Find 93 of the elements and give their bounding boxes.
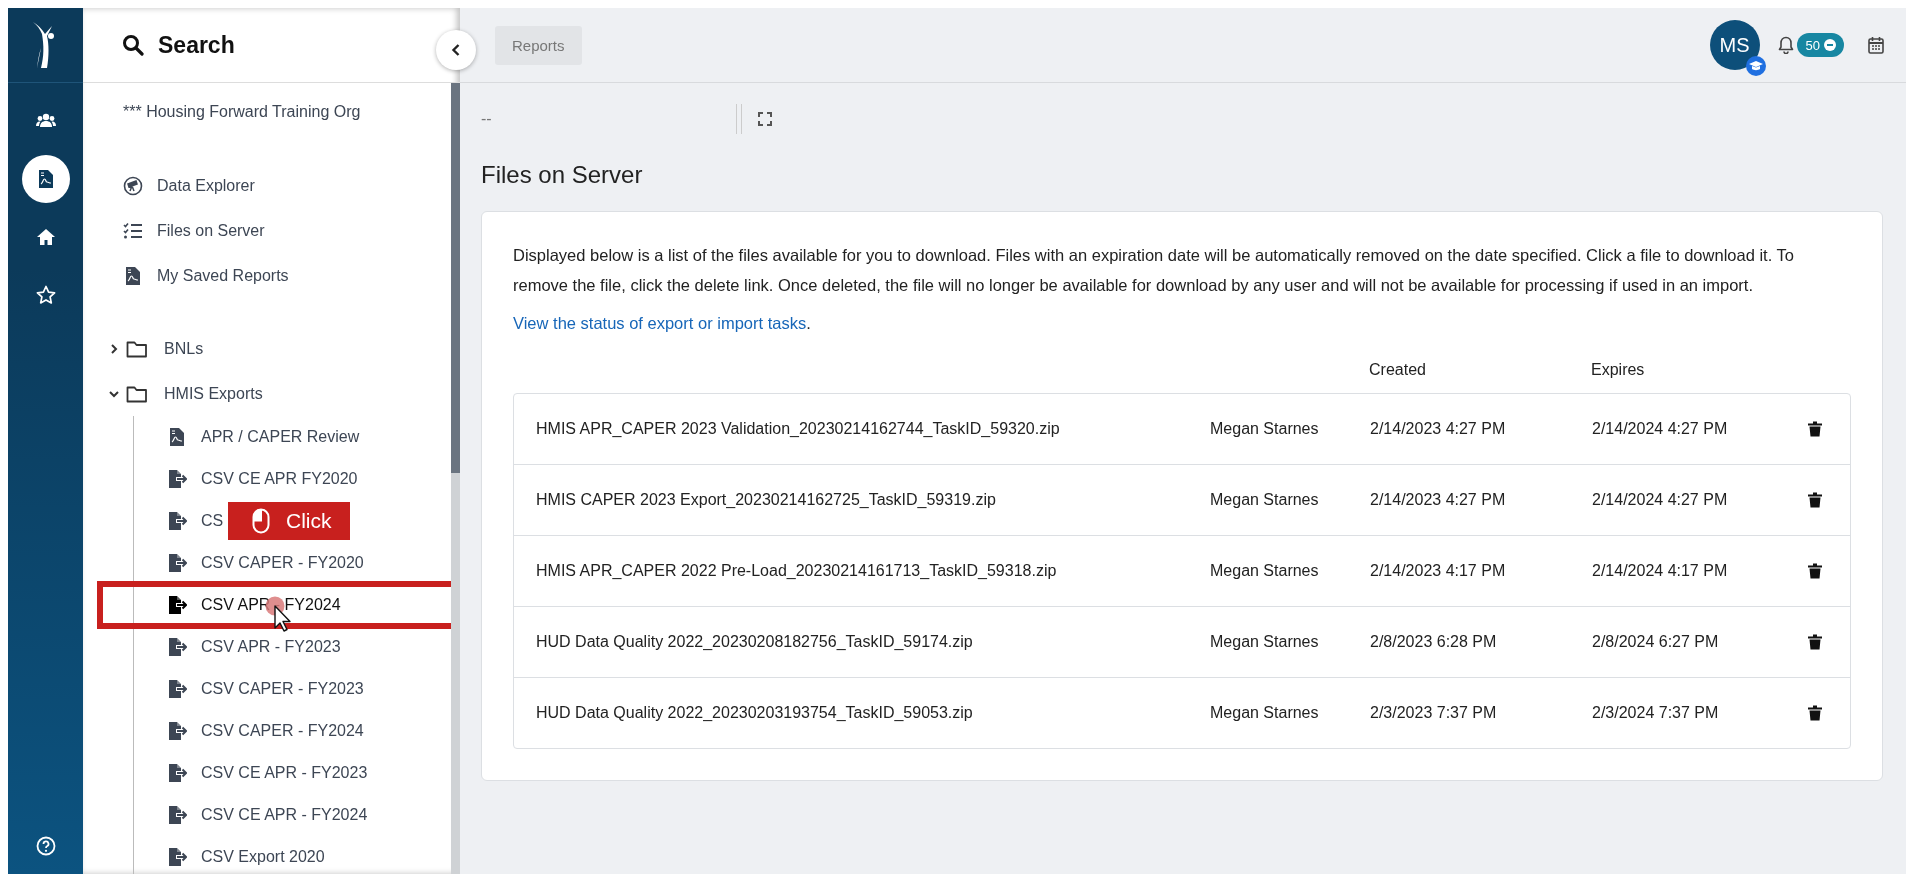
- expires-cell-text: 2/14/2024 4:27 PM: [1592, 491, 1729, 509]
- file-link[interactable]: HMIS CAPER 2023 Export_20230214162725_TaskID_59319.zip: [514, 491, 1210, 509]
- search-title: Search: [158, 31, 235, 59]
- file-export-icon: [167, 847, 187, 867]
- organization-name: *** Housing Forward Training Org: [123, 103, 362, 121]
- created-cell-text: 2/14/2023 4:17 PM: [1370, 562, 1507, 580]
- folder-item[interactable]: HMIS Exports: [108, 371, 451, 416]
- help-icon: [35, 836, 56, 856]
- delete-button[interactable]: [1808, 563, 1822, 579]
- notification-count: 50: [1805, 37, 1820, 53]
- report-item[interactable]: CSV CAPER - FY2024: [134, 710, 370, 752]
- owner-cell-text: Megan Starnes: [1210, 491, 1320, 509]
- description-text: Displayed below is a list of the files available for you to download. Files with an expiration date will be automatically removed on the date specified. Click a file to download it. To remove the file, click the delete link. Once deleted, the file will no longer be available for download by any user and will not be available for processing if used in an import.: [513, 245, 1795, 296]
- file-export-icon: [167, 595, 187, 615]
- sidebar-link[interactable]: Files on Server: [108, 221, 451, 241]
- sidebar-link[interactable]: Data Explorer: [108, 176, 451, 196]
- star-icon: [35, 285, 56, 305]
- fullscreen-button[interactable]: [758, 112, 772, 126]
- scrollbar[interactable]: [451, 83, 460, 874]
- nav-button[interactable]: [21, 155, 70, 203]
- mouse-icon: [252, 508, 270, 534]
- report-item[interactable]: CSV CAPER - FY2023: [134, 668, 370, 710]
- tooltip-label: Click: [286, 509, 332, 533]
- trash-icon: [1808, 421, 1822, 437]
- owner-cell-text: Megan Starnes: [1210, 420, 1320, 438]
- file-export-icon: [167, 763, 187, 783]
- telescope-icon: [123, 176, 143, 196]
- file-export-icon: [167, 553, 187, 573]
- owner-cell-text: Megan Starnes: [1210, 633, 1320, 651]
- notification-badge[interactable]: 50: [1796, 33, 1844, 57]
- delete-button[interactable]: [1808, 421, 1822, 437]
- trash-icon: [1808, 492, 1822, 508]
- column-header: Expires: [1591, 361, 1646, 379]
- report-item[interactable]: CSV Export 2020: [134, 836, 331, 874]
- owner-cell-text: Megan Starnes: [1210, 704, 1320, 722]
- chevron-left-icon: [450, 43, 462, 57]
- file-export-icon: [167, 805, 187, 825]
- page-title: Files on Server: [481, 161, 644, 189]
- file-link[interactable]: HMIS APR_CAPER 2022 Pre-Load_20230214161713_TaskID_59318.zip: [514, 562, 1210, 580]
- file-link[interactable]: HUD Data Quality 2022_20230203193754_TaskID_59053.zip: [514, 704, 1210, 722]
- file-export-icon: [167, 511, 187, 531]
- report-item[interactable]: CSV CE APR - FY2023: [134, 752, 374, 794]
- minus-circle-icon: [1824, 39, 1836, 51]
- graduation-cap-icon: [1745, 56, 1766, 76]
- folder-icon: [126, 339, 148, 358]
- created-cell-text: 2/14/2023 4:27 PM: [1370, 491, 1507, 509]
- calendar-button[interactable]: [1868, 36, 1884, 54]
- report-item[interactable]: CSV CAPER - FY2020: [134, 542, 370, 584]
- folder-icon: [126, 384, 148, 403]
- file-link[interactable]: HMIS APR_CAPER 2023 Validation_20230214162744_TaskID_59320.zip: [514, 420, 1210, 438]
- report-item[interactable]: CSV CE APR FY2020: [134, 458, 364, 500]
- search-icon: [122, 34, 144, 56]
- file-export-icon: [167, 637, 187, 657]
- report-item[interactable]: CS: [134, 500, 230, 542]
- home-icon: [35, 227, 56, 247]
- calendar-icon: [1868, 36, 1884, 54]
- period-text: .: [806, 314, 811, 332]
- file-export-icon: [167, 469, 187, 489]
- status-link[interactable]: View the status of export or import tasks: [513, 314, 807, 332]
- report-item[interactable]: CSV APR - FY2023: [134, 626, 347, 668]
- expires-cell-text: 2/8/2024 6:27 PM: [1592, 633, 1720, 651]
- bell-icon: [1777, 36, 1794, 54]
- column-header: Created: [1369, 361, 1427, 379]
- file-link[interactable]: HUD Data Quality 2022_20230208182756_TaskID_59174.zip: [514, 633, 1210, 651]
- created-cell-text: 2/14/2023 4:27 PM: [1370, 420, 1507, 438]
- breadcrumb-button[interactable]: Reports: [495, 25, 582, 65]
- checklist-icon: [123, 221, 143, 241]
- owner-cell-text: Megan Starnes: [1210, 562, 1320, 580]
- filter-value: --: [481, 110, 493, 128]
- trash-icon: [1808, 634, 1822, 650]
- report-icon: [123, 266, 143, 286]
- folder-item[interactable]: BNLs: [108, 326, 451, 371]
- expires-cell-text: 2/14/2024 4:27 PM: [1592, 420, 1729, 438]
- trash-icon: [1808, 563, 1822, 579]
- delete-button[interactable]: [1808, 634, 1822, 650]
- report-icon: [167, 427, 187, 447]
- created-cell-text: 2/8/2023 6:28 PM: [1370, 633, 1498, 651]
- help-button[interactable]: [35, 836, 56, 856]
- report-item[interactable]: CSV CE APR - FY2024: [134, 794, 374, 836]
- created-cell-text: 2/3/2023 7:37 PM: [1370, 704, 1498, 722]
- expires-cell-text: 2/3/2024 7:37 PM: [1592, 704, 1720, 722]
- expires-cell-text: 2/14/2024 4:17 PM: [1592, 562, 1729, 580]
- file-export-icon: [167, 721, 187, 741]
- delete-button[interactable]: [1808, 492, 1822, 508]
- file-export-icon: [167, 679, 187, 699]
- sidebar-link[interactable]: My Saved Reports: [108, 266, 451, 286]
- user-avatar[interactable]: MS: [1709, 20, 1760, 70]
- collapse-button[interactable]: [436, 30, 476, 70]
- delete-button[interactable]: [1808, 705, 1822, 721]
- chevron-right-icon: [108, 342, 120, 355]
- report-item[interactable]: APR / CAPER Review: [134, 416, 366, 458]
- trash-icon: [1808, 705, 1822, 721]
- expand-icon: [758, 112, 772, 126]
